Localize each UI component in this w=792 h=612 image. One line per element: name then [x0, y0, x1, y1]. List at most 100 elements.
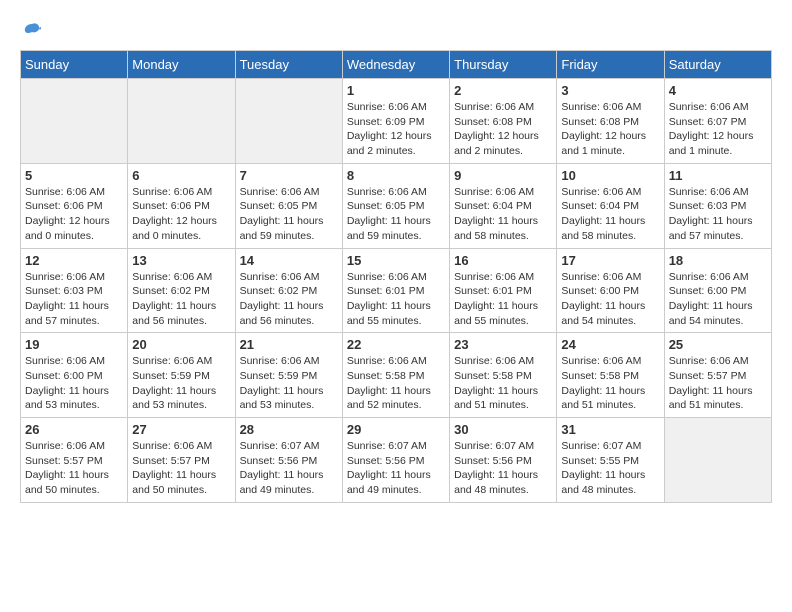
day-number: 16 — [454, 253, 552, 268]
calendar-cell: 19 Sunrise: 6:06 AMSunset: 6:00 PMDayligh… — [21, 333, 128, 418]
calendar-cell — [21, 79, 128, 164]
calendar-cell: 24 Sunrise: 6:06 AMSunset: 5:58 PMDayligh… — [557, 333, 664, 418]
day-info: Sunrise: 6:06 AMSunset: 6:05 PMDaylight:… — [347, 185, 445, 244]
calendar-cell: 15 Sunrise: 6:06 AMSunset: 6:01 PMDayligh… — [342, 248, 449, 333]
day-info: Sunrise: 6:06 AMSunset: 5:58 PMDaylight:… — [347, 354, 445, 413]
calendar-cell: 27 Sunrise: 6:06 AMSunset: 5:57 PMDayligh… — [128, 418, 235, 503]
calendar-week-row: 26 Sunrise: 6:06 AMSunset: 5:57 PMDayligh… — [21, 418, 772, 503]
day-number: 31 — [561, 422, 659, 437]
day-number: 7 — [240, 168, 338, 183]
day-info: Sunrise: 6:06 AMSunset: 6:03 PMDaylight:… — [25, 270, 123, 329]
calendar-cell: 8 Sunrise: 6:06 AMSunset: 6:05 PMDaylight… — [342, 163, 449, 248]
calendar-week-row: 1 Sunrise: 6:06 AMSunset: 6:09 PMDaylight… — [21, 79, 772, 164]
calendar-cell: 4Sunrise: 6:06 AMSunset: 6:07 PMDaylight… — [664, 79, 771, 164]
logo — [20, 20, 42, 40]
calendar-cell: 12 Sunrise: 6:06 AMSunset: 6:03 PMDayligh… — [21, 248, 128, 333]
day-info: Sunrise: 6:06 AMSunset: 5:59 PMDaylight:… — [132, 354, 230, 413]
calendar-cell: 7 Sunrise: 6:06 AMSunset: 6:05 PMDaylight… — [235, 163, 342, 248]
day-number: 6 — [132, 168, 230, 183]
calendar-cell: 29 Sunrise: 6:07 AMSunset: 5:56 PMDayligh… — [342, 418, 449, 503]
day-info: Sunrise: 6:07 AMSunset: 5:56 PMDaylight:… — [347, 439, 445, 498]
day-info: Sunrise: 6:06 AMSunset: 5:57 PMDaylight:… — [25, 439, 123, 498]
day-info: Sunrise: 6:06 AMSunset: 6:07 PMDaylight:… — [669, 100, 767, 159]
day-info: Sunrise: 6:06 AMSunset: 6:08 PMDaylight:… — [561, 100, 659, 159]
calendar-cell: 20Sunrise: 6:06 AMSunset: 5:59 PMDayligh… — [128, 333, 235, 418]
day-info: Sunrise: 6:07 AMSunset: 5:56 PMDaylight:… — [454, 439, 552, 498]
day-number: 12 — [25, 253, 123, 268]
day-number: 1 — [347, 83, 445, 98]
day-number: 30 — [454, 422, 552, 437]
day-info: Sunrise: 6:06 AMSunset: 6:05 PMDaylight:… — [240, 185, 338, 244]
calendar-cell: 13 Sunrise: 6:06 AMSunset: 6:02 PMDayligh… — [128, 248, 235, 333]
calendar-cell: 6 Sunrise: 6:06 AMSunset: 6:06 PMDaylight… — [128, 163, 235, 248]
calendar-cell: 26 Sunrise: 6:06 AMSunset: 5:57 PMDayligh… — [21, 418, 128, 503]
day-number: 9 — [454, 168, 552, 183]
weekday-header-thursday: Thursday — [450, 51, 557, 79]
day-info: Sunrise: 6:06 AMSunset: 6:00 PMDaylight:… — [25, 354, 123, 413]
day-number: 22 — [347, 337, 445, 352]
day-number: 23 — [454, 337, 552, 352]
calendar-cell: 2 Sunrise: 6:06 AMSunset: 6:08 PMDaylight… — [450, 79, 557, 164]
calendar-cell: 18Sunrise: 6:06 AMSunset: 6:00 PMDayligh… — [664, 248, 771, 333]
day-info: Sunrise: 6:06 AMSunset: 5:57 PMDaylight:… — [669, 354, 767, 413]
day-number: 10 — [561, 168, 659, 183]
day-number: 14 — [240, 253, 338, 268]
day-number: 18 — [669, 253, 767, 268]
day-info: Sunrise: 6:06 AMSunset: 6:04 PMDaylight:… — [561, 185, 659, 244]
day-number: 15 — [347, 253, 445, 268]
day-info: Sunrise: 6:06 AMSunset: 6:09 PMDaylight:… — [347, 100, 445, 159]
calendar-cell: 23 Sunrise: 6:06 AMSunset: 5:58 PMDayligh… — [450, 333, 557, 418]
calendar-cell: 28 Sunrise: 6:07 AMSunset: 5:56 PMDayligh… — [235, 418, 342, 503]
day-number: 2 — [454, 83, 552, 98]
calendar-cell: 10 Sunrise: 6:06 AMSunset: 6:04 PMDayligh… — [557, 163, 664, 248]
calendar-cell: 5Sunrise: 6:06 AMSunset: 6:06 PMDaylight… — [21, 163, 128, 248]
weekday-header-monday: Monday — [128, 51, 235, 79]
calendar-cell: 11 Sunrise: 6:06 AMSunset: 6:03 PMDayligh… — [664, 163, 771, 248]
calendar-week-row: 19 Sunrise: 6:06 AMSunset: 6:00 PMDayligh… — [21, 333, 772, 418]
day-number: 11 — [669, 168, 767, 183]
day-info: Sunrise: 6:07 AMSunset: 5:56 PMDaylight:… — [240, 439, 338, 498]
day-info: Sunrise: 6:06 AMSunset: 5:57 PMDaylight:… — [132, 439, 230, 498]
day-info: Sunrise: 6:06 AMSunset: 5:59 PMDaylight:… — [240, 354, 338, 413]
day-info: Sunrise: 6:06 AMSunset: 6:06 PMDaylight:… — [25, 185, 123, 244]
calendar-cell: 22 Sunrise: 6:06 AMSunset: 5:58 PMDayligh… — [342, 333, 449, 418]
weekday-header-tuesday: Tuesday — [235, 51, 342, 79]
weekday-header-row: SundayMondayTuesdayWednesdayThursdayFrid… — [21, 51, 772, 79]
calendar-cell: 1 Sunrise: 6:06 AMSunset: 6:09 PMDaylight… — [342, 79, 449, 164]
weekday-header-saturday: Saturday — [664, 51, 771, 79]
day-info: Sunrise: 6:06 AMSunset: 6:08 PMDaylight:… — [454, 100, 552, 159]
day-number: 8 — [347, 168, 445, 183]
day-info: Sunrise: 6:06 AMSunset: 6:03 PMDaylight:… — [669, 185, 767, 244]
weekday-header-wednesday: Wednesday — [342, 51, 449, 79]
day-info: Sunrise: 6:06 AMSunset: 6:02 PMDaylight:… — [240, 270, 338, 329]
page-header — [20, 20, 772, 40]
day-number: 24 — [561, 337, 659, 352]
day-info: Sunrise: 6:06 AMSunset: 6:02 PMDaylight:… — [132, 270, 230, 329]
calendar-week-row: 12 Sunrise: 6:06 AMSunset: 6:03 PMDayligh… — [21, 248, 772, 333]
logo-bird-icon — [22, 20, 42, 40]
calendar-cell: 16 Sunrise: 6:06 AMSunset: 6:01 PMDayligh… — [450, 248, 557, 333]
day-number: 19 — [25, 337, 123, 352]
weekday-header-sunday: Sunday — [21, 51, 128, 79]
day-info: Sunrise: 6:06 AMSunset: 6:01 PMDaylight:… — [454, 270, 552, 329]
calendar-table: SundayMondayTuesdayWednesdayThursdayFrid… — [20, 50, 772, 503]
day-info: Sunrise: 6:06 AMSunset: 6:01 PMDaylight:… — [347, 270, 445, 329]
day-info: Sunrise: 6:06 AMSunset: 5:58 PMDaylight:… — [454, 354, 552, 413]
day-number: 29 — [347, 422, 445, 437]
day-number: 3 — [561, 83, 659, 98]
day-number: 13 — [132, 253, 230, 268]
day-number: 27 — [132, 422, 230, 437]
calendar-cell: 31Sunrise: 6:07 AMSunset: 5:55 PMDayligh… — [557, 418, 664, 503]
day-number: 28 — [240, 422, 338, 437]
day-info: Sunrise: 6:06 AMSunset: 5:58 PMDaylight:… — [561, 354, 659, 413]
calendar-cell: 25 Sunrise: 6:06 AMSunset: 5:57 PMDayligh… — [664, 333, 771, 418]
calendar-cell: 21 Sunrise: 6:06 AMSunset: 5:59 PMDayligh… — [235, 333, 342, 418]
calendar-cell — [235, 79, 342, 164]
day-number: 26 — [25, 422, 123, 437]
calendar-cell: 17Sunrise: 6:06 AMSunset: 6:00 PMDayligh… — [557, 248, 664, 333]
day-number: 25 — [669, 337, 767, 352]
day-info: Sunrise: 6:06 AMSunset: 6:06 PMDaylight:… — [132, 185, 230, 244]
day-number: 21 — [240, 337, 338, 352]
calendar-cell: 9Sunrise: 6:06 AMSunset: 6:04 PMDaylight… — [450, 163, 557, 248]
calendar-cell: 3 Sunrise: 6:06 AMSunset: 6:08 PMDaylight… — [557, 79, 664, 164]
